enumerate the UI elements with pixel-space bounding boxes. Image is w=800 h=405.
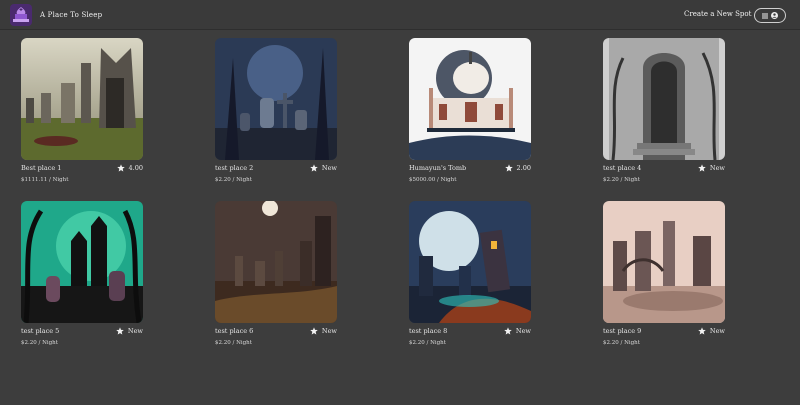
spot-rating-value: 2.00 xyxy=(516,164,531,172)
spot-image-green-haunted-graveyard[interactable] xyxy=(21,201,143,323)
spot-card[interactable]: Humayun's Tomb 2.00 $5000.00 / Night xyxy=(409,38,533,183)
spot-price: $2.20 / Night xyxy=(603,177,640,183)
create-spot-link[interactable]: Create a New Spot xyxy=(684,10,751,18)
hamburger-menu-icon xyxy=(762,13,768,19)
spot-rating: New xyxy=(310,327,337,335)
spot-rating-value: 4.00 xyxy=(128,164,143,172)
star-icon xyxy=(504,327,512,335)
logo-icon[interactable] xyxy=(10,4,32,26)
profile-menu-button[interactable] xyxy=(754,8,786,23)
spot-image-cartoon-haunted-town[interactable] xyxy=(409,201,531,323)
star-icon xyxy=(698,164,706,172)
spot-rating: 2.00 xyxy=(504,164,531,172)
spot-image-graveyard-gothic-mausoleum[interactable] xyxy=(21,38,143,160)
spot-price: $2.20 / Night xyxy=(409,340,446,346)
spot-rating: New xyxy=(698,327,725,335)
spot-price: $1111.11 / Night xyxy=(21,177,69,183)
app-title[interactable]: A Place To Sleep xyxy=(40,11,102,19)
spot-image-moonlit-ruined-cemetery[interactable] xyxy=(215,201,337,323)
spot-card[interactable]: Best place 1 4.00 $1111.11 / Night xyxy=(21,38,145,183)
spot-name: test place 8 xyxy=(409,327,448,335)
spot-image-ruined-gothic-plaza[interactable] xyxy=(603,201,725,323)
spot-rating: New xyxy=(310,164,337,172)
user-circle-icon xyxy=(771,12,778,19)
star-icon xyxy=(310,327,318,335)
star-icon xyxy=(698,327,706,335)
spot-name: test place 4 xyxy=(603,164,642,172)
spot-price: $2.20 / Night xyxy=(215,340,252,346)
spot-card[interactable]: test place 6 New $2.20 / Night xyxy=(215,201,339,346)
spot-price: $2.20 / Night xyxy=(603,340,640,346)
spot-rating-value: New xyxy=(515,327,531,335)
spot-rating: 4.00 xyxy=(116,164,143,172)
spot-card[interactable]: test place 5 New $2.20 / Night xyxy=(21,201,145,346)
star-icon xyxy=(116,164,125,172)
spot-rating-value: New xyxy=(709,327,725,335)
spot-image-sketched-crypt-doorway[interactable] xyxy=(603,38,725,160)
spot-name: test place 2 xyxy=(215,164,254,172)
spot-name: Humayun's Tomb xyxy=(409,164,467,172)
spot-image-humayuns-tomb-illustration[interactable] xyxy=(409,38,531,160)
home-logo-link[interactable]: A Place To Sleep xyxy=(10,4,102,26)
spot-image-dark-forest-cemetery[interactable] xyxy=(215,38,337,160)
spot-rating: New xyxy=(504,327,531,335)
spot-card[interactable]: test place 8 New $2.20 / Night xyxy=(409,201,533,346)
spot-rating-value: New xyxy=(127,327,143,335)
spot-price: $5000.00 / Night xyxy=(409,177,457,183)
spot-name: test place 9 xyxy=(603,327,642,335)
spot-price: $2.20 / Night xyxy=(21,340,58,346)
star-icon xyxy=(310,164,318,172)
spot-card[interactable]: test place 9 New $2.20 / Night xyxy=(603,201,727,346)
spot-name: test place 5 xyxy=(21,327,60,335)
spot-rating-value: New xyxy=(321,164,337,172)
spot-rating-value: New xyxy=(321,327,337,335)
star-icon xyxy=(504,164,513,172)
spot-card[interactable]: test place 2 New $2.20 / Night xyxy=(215,38,339,183)
spot-price: $2.20 / Night xyxy=(215,177,252,183)
spot-rating-value: New xyxy=(709,164,725,172)
spot-card[interactable]: test place 4 New $2.20 / Night xyxy=(603,38,727,183)
spot-rating: New xyxy=(698,164,725,172)
spot-name: test place 6 xyxy=(215,327,254,335)
spot-rating: New xyxy=(116,327,143,335)
top-nav-bar: A Place To Sleep Create a New Spot xyxy=(0,0,800,30)
star-icon xyxy=(116,327,124,335)
spot-name: Best place 1 xyxy=(21,164,62,172)
